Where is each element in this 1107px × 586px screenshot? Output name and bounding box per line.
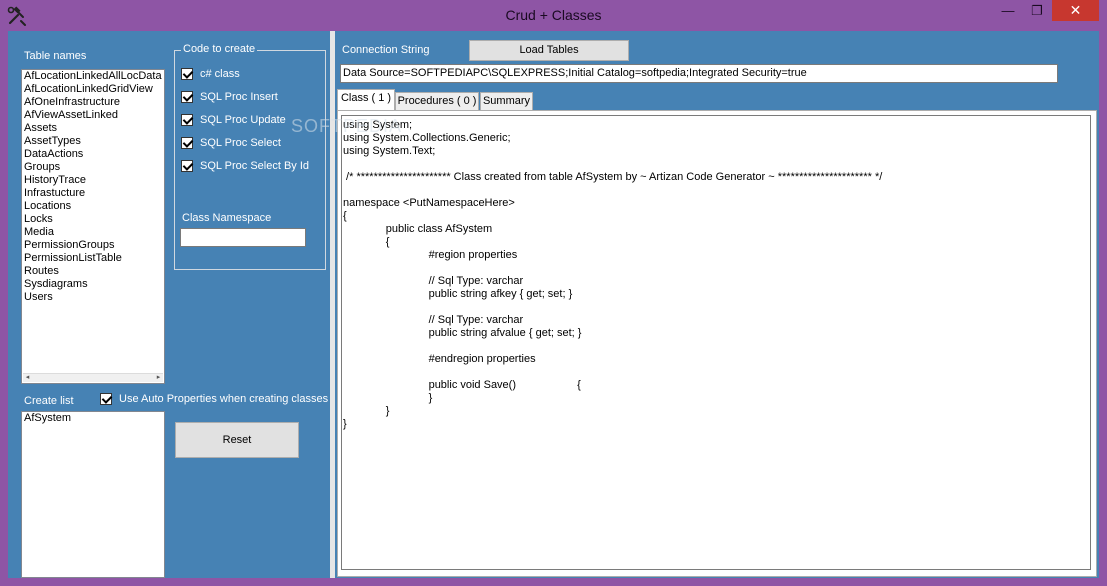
code-option-label: SQL Proc Update xyxy=(200,114,286,126)
code-line: using System.Collections.Generic; xyxy=(343,132,511,144)
scroll-left-icon[interactable]: ◂ xyxy=(23,374,32,382)
title-bar[interactable]: Crud + Classes — ❐ ✕ xyxy=(0,0,1107,32)
checkbox-checked-icon[interactable] xyxy=(181,91,193,103)
code-line: { xyxy=(343,236,390,248)
close-button[interactable]: ✕ xyxy=(1052,0,1099,21)
reset-button[interactable]: Reset xyxy=(175,422,299,458)
code-line: namespace <PutNamespaceHere> xyxy=(343,197,515,209)
create-list-label: Create list xyxy=(24,395,74,407)
checkbox-checked-icon[interactable] xyxy=(181,68,193,80)
auto-properties-checkbox[interactable]: Use Auto Properties when creating classe… xyxy=(100,392,328,406)
list-item[interactable]: Sysdiagrams xyxy=(22,278,164,291)
code-line: } xyxy=(343,392,433,404)
class-namespace-label: Class Namespace xyxy=(182,212,272,224)
list-item[interactable]: HistoryTrace xyxy=(22,174,164,187)
panel-splitter[interactable] xyxy=(330,31,335,578)
code-to-create-legend: Code to create xyxy=(181,43,258,55)
list-item[interactable]: PermissionListTable xyxy=(22,252,164,265)
code-option-checkbox[interactable]: c# class xyxy=(181,67,240,81)
list-item[interactable]: AfLocationLinkedAllLocData xyxy=(22,70,164,83)
class-namespace-input[interactable] xyxy=(180,228,306,247)
list-item[interactable]: AfSystem xyxy=(22,412,164,425)
code-line: #region properties xyxy=(343,249,518,261)
code-option-checkbox[interactable]: SQL Proc Select By Id xyxy=(181,159,309,173)
list-item[interactable]: Locations xyxy=(22,200,164,213)
list-item[interactable]: Users xyxy=(22,291,164,304)
list-item[interactable]: Routes xyxy=(22,265,164,278)
list-item[interactable]: AssetTypes xyxy=(22,135,164,148)
code-line: /* ********************** Class created … xyxy=(343,171,883,183)
list-item[interactable]: Assets xyxy=(22,122,164,135)
watermark: SOFTPEDIA xyxy=(291,116,403,136)
minimize-button[interactable]: — xyxy=(994,0,1022,21)
code-option-label: SQL Proc Select xyxy=(200,137,281,149)
table-names-label: Table names xyxy=(24,50,87,62)
generated-code-textarea[interactable]: using System; using System.Collections.Ge… xyxy=(341,115,1091,570)
list-item[interactable]: DataActions xyxy=(22,148,164,161)
code-line: using System.Text; xyxy=(343,145,436,157)
code-line: public class AfSystem xyxy=(343,223,493,235)
list-item[interactable]: Media xyxy=(22,226,164,239)
connection-string-input[interactable]: Data Source=SOFTPEDIAPC\SQLEXPRESS;Initi… xyxy=(340,64,1058,83)
code-line: public string afvalue { get; set; } xyxy=(343,327,582,339)
table-names-listbox[interactable]: AfLocationLinkedAllLocData AfLocationLink… xyxy=(21,69,165,384)
load-tables-button[interactable]: Load Tables xyxy=(469,40,629,61)
checkbox-checked-icon[interactable] xyxy=(181,114,193,126)
code-option-label: SQL Proc Select By Id xyxy=(200,160,310,172)
auto-properties-label: Use Auto Properties when creating classe… xyxy=(119,393,329,405)
code-option-label: SQL Proc Insert xyxy=(200,91,278,103)
main-client-area: Table names AfLocationLinkedAllLocData Af… xyxy=(8,31,1099,578)
horizontal-scrollbar[interactable]: ◂ ▸ xyxy=(23,373,163,382)
code-option-checkbox[interactable]: SQL Proc Update xyxy=(181,113,286,127)
create-listbox[interactable]: AfSystem xyxy=(21,411,165,578)
code-option-label: c# class xyxy=(200,68,240,80)
code-option-checkbox[interactable]: SQL Proc Select xyxy=(181,136,281,150)
list-item[interactable]: AfOneInfrastructure xyxy=(22,96,164,109)
checkbox-checked-icon[interactable] xyxy=(181,137,193,149)
code-option-checkbox[interactable]: SQL Proc Insert xyxy=(181,90,278,104)
list-item[interactable]: AfViewAssetLinked xyxy=(22,109,164,122)
scroll-right-icon[interactable]: ▸ xyxy=(154,374,163,382)
code-line: public string afkey { get; set; } xyxy=(343,288,573,300)
code-line: // Sql Type: varchar xyxy=(343,314,524,326)
checkbox-checked-icon[interactable] xyxy=(100,393,112,405)
code-line: } xyxy=(343,405,390,417)
window-title: Crud + Classes xyxy=(505,7,602,23)
connection-string-label: Connection String xyxy=(342,44,430,56)
list-item[interactable]: Infrastucture xyxy=(22,187,164,200)
list-item[interactable]: Groups xyxy=(22,161,164,174)
code-line: using System; xyxy=(343,119,413,131)
code-line: { xyxy=(343,210,347,222)
tab-class[interactable]: Class ( 1 ) xyxy=(337,89,395,110)
app-window: Crud + Classes — ❐ ✕ Table names AfLocat… xyxy=(0,0,1107,586)
checkbox-checked-icon[interactable] xyxy=(181,160,193,172)
list-item[interactable]: AfLocationLinkedGridView xyxy=(22,83,164,96)
code-line: #endregion properties xyxy=(343,353,536,365)
code-line: // Sql Type: varchar xyxy=(343,275,524,287)
code-line: public void Save() { xyxy=(343,379,581,391)
tab-procedures[interactable]: Procedures ( 0 ) xyxy=(395,92,479,110)
code-line: } xyxy=(343,418,347,430)
maximize-button[interactable]: ❐ xyxy=(1022,0,1052,21)
list-item[interactable]: PermissionGroups xyxy=(22,239,164,252)
tab-summary[interactable]: Summary xyxy=(480,92,533,110)
list-item[interactable]: Locks xyxy=(22,213,164,226)
